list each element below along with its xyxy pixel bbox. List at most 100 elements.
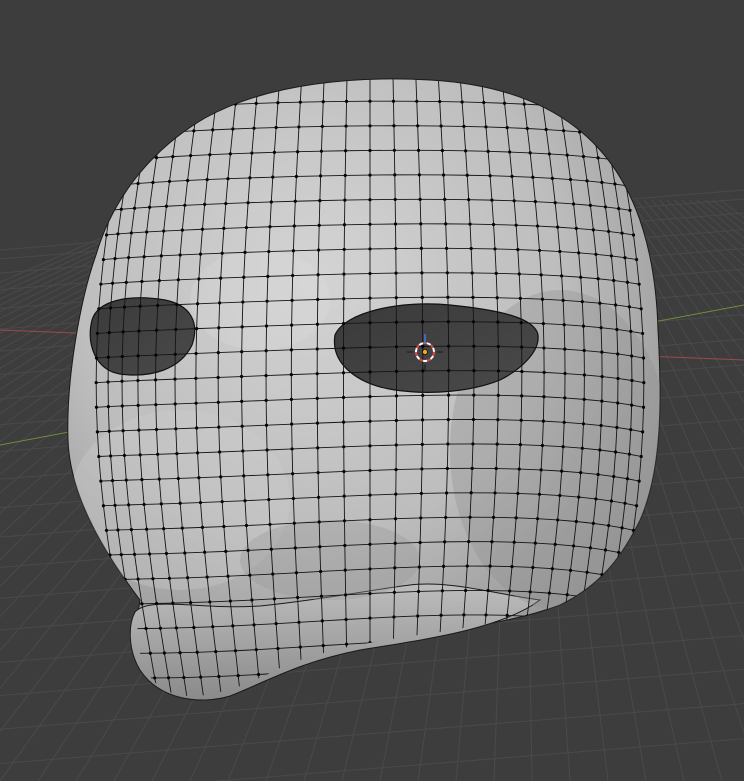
mesh-vertex[interactable] bbox=[154, 353, 158, 357]
mesh-vertex[interactable] bbox=[239, 374, 244, 379]
mesh-vertex[interactable] bbox=[167, 576, 172, 580]
mesh-vertex[interactable] bbox=[342, 297, 346, 301]
mesh-vertex[interactable] bbox=[268, 225, 272, 229]
mesh-vertex[interactable] bbox=[580, 446, 584, 450]
mesh-vertex[interactable] bbox=[479, 662, 484, 666]
mesh-vertex[interactable] bbox=[591, 698, 594, 701]
mesh-vertex[interactable] bbox=[574, 519, 578, 524]
mesh-vertex[interactable] bbox=[491, 515, 496, 519]
mesh-vertex[interactable] bbox=[558, 493, 562, 498]
mesh-vertex[interactable] bbox=[368, 493, 372, 497]
mesh-vertex[interactable] bbox=[156, 303, 160, 308]
mesh-vertex[interactable] bbox=[344, 617, 348, 622]
mesh-vertex[interactable] bbox=[203, 700, 206, 703]
mesh-vertex[interactable] bbox=[392, 148, 396, 152]
mesh-vertex[interactable] bbox=[195, 426, 199, 430]
mesh-vertex[interactable] bbox=[583, 670, 587, 675]
mesh-vertex[interactable] bbox=[319, 594, 324, 598]
mesh-vertex[interactable] bbox=[482, 100, 486, 105]
mesh-vertex[interactable] bbox=[477, 686, 481, 690]
mesh-vertex[interactable] bbox=[565, 593, 569, 597]
mesh-vertex[interactable] bbox=[208, 600, 212, 604]
mesh-vertex[interactable] bbox=[445, 466, 449, 471]
mesh-vertex[interactable] bbox=[228, 599, 232, 603]
mesh-vertex[interactable] bbox=[465, 173, 469, 177]
mesh-vertex[interactable] bbox=[609, 599, 613, 604]
mesh-vertex[interactable] bbox=[510, 174, 514, 179]
mesh-vertex[interactable] bbox=[182, 80, 186, 84]
mesh-vertex[interactable] bbox=[368, 518, 372, 522]
mesh-vertex[interactable] bbox=[278, 76, 282, 80]
mesh-vertex[interactable] bbox=[138, 453, 142, 457]
mesh-vertex[interactable] bbox=[203, 202, 207, 207]
mesh-vertex[interactable] bbox=[216, 400, 220, 404]
mesh-vertex[interactable] bbox=[522, 639, 526, 643]
mesh-vertex[interactable] bbox=[319, 149, 324, 153]
mesh-vertex[interactable] bbox=[189, 601, 193, 605]
mesh-vertex[interactable] bbox=[130, 85, 134, 89]
mesh-vertex[interactable] bbox=[241, 300, 245, 304]
mesh-vertex[interactable] bbox=[264, 398, 268, 402]
mesh-vertex[interactable] bbox=[420, 271, 424, 275]
mesh-vertex[interactable] bbox=[368, 444, 372, 448]
mesh-vertex[interactable] bbox=[344, 124, 348, 128]
mesh-vertex[interactable] bbox=[122, 453, 127, 458]
mesh-vertex[interactable] bbox=[368, 690, 372, 694]
mesh-vertex[interactable] bbox=[240, 350, 244, 354]
mesh-vertex[interactable] bbox=[205, 575, 209, 579]
mesh-vertex[interactable] bbox=[440, 148, 444, 153]
mesh-vertex[interactable] bbox=[471, 320, 476, 324]
mesh-vertex[interactable] bbox=[138, 304, 142, 308]
mesh-vertex[interactable] bbox=[603, 548, 608, 552]
mesh-vertex[interactable] bbox=[558, 104, 562, 108]
mesh-vertex[interactable] bbox=[116, 602, 120, 606]
mesh-vertex[interactable] bbox=[484, 125, 488, 129]
mesh-vertex[interactable] bbox=[462, 613, 466, 617]
mesh-vertex[interactable] bbox=[582, 348, 586, 353]
mesh-vertex[interactable] bbox=[443, 540, 447, 544]
mesh-vertex[interactable] bbox=[368, 173, 372, 177]
mesh-vertex[interactable] bbox=[595, 673, 599, 677]
mesh-vertex[interactable] bbox=[231, 127, 235, 131]
mesh-vertex[interactable] bbox=[173, 402, 177, 406]
mesh-vertex[interactable] bbox=[628, 553, 632, 557]
mesh-vertex[interactable] bbox=[248, 573, 252, 577]
mesh-vertex[interactable] bbox=[465, 564, 469, 568]
mesh-vertex[interactable] bbox=[585, 179, 589, 183]
mesh-vertex[interactable] bbox=[183, 203, 187, 207]
mesh-vertex[interactable] bbox=[122, 305, 127, 309]
mesh-vertex[interactable] bbox=[420, 442, 424, 447]
mesh-vertex[interactable] bbox=[494, 271, 498, 275]
mesh-vertex[interactable] bbox=[141, 676, 145, 680]
mesh-vertex[interactable] bbox=[596, 597, 600, 601]
mesh-vertex[interactable] bbox=[486, 149, 490, 153]
mesh-vertex[interactable] bbox=[173, 352, 177, 356]
mesh-vertex[interactable] bbox=[574, 226, 578, 230]
mesh-vertex[interactable] bbox=[271, 175, 275, 179]
mesh-vertex[interactable] bbox=[136, 701, 139, 704]
mesh-vertex[interactable] bbox=[197, 476, 201, 480]
mesh-vertex[interactable] bbox=[120, 404, 124, 408]
mesh-vertex[interactable] bbox=[394, 418, 398, 423]
mesh-vertex[interactable] bbox=[320, 619, 324, 623]
mesh-vertex[interactable] bbox=[241, 449, 245, 453]
mesh-vertex[interactable] bbox=[394, 394, 399, 398]
viewport-canvas[interactable] bbox=[0, 0, 744, 781]
mesh-vertex[interactable] bbox=[579, 275, 583, 279]
mesh-vertex[interactable] bbox=[600, 375, 604, 379]
mesh-vertex[interactable] bbox=[342, 247, 346, 252]
mesh-vertex[interactable] bbox=[121, 429, 125, 433]
mesh-vertex[interactable] bbox=[613, 303, 618, 307]
mesh-vertex[interactable] bbox=[171, 701, 174, 704]
mesh-vertex[interactable] bbox=[467, 540, 471, 544]
mesh-vertex[interactable] bbox=[418, 197, 422, 201]
mesh-vertex[interactable] bbox=[631, 528, 636, 532]
mesh-vertex[interactable] bbox=[368, 468, 372, 473]
mesh-vertex[interactable] bbox=[368, 75, 371, 78]
mesh-vertex[interactable] bbox=[533, 200, 537, 204]
mesh-vertex[interactable] bbox=[420, 320, 425, 324]
mesh-vertex[interactable] bbox=[634, 257, 639, 262]
mesh-vertex[interactable] bbox=[264, 423, 269, 427]
mesh-vertex[interactable] bbox=[315, 396, 319, 400]
mesh-vertex[interactable] bbox=[211, 128, 215, 132]
